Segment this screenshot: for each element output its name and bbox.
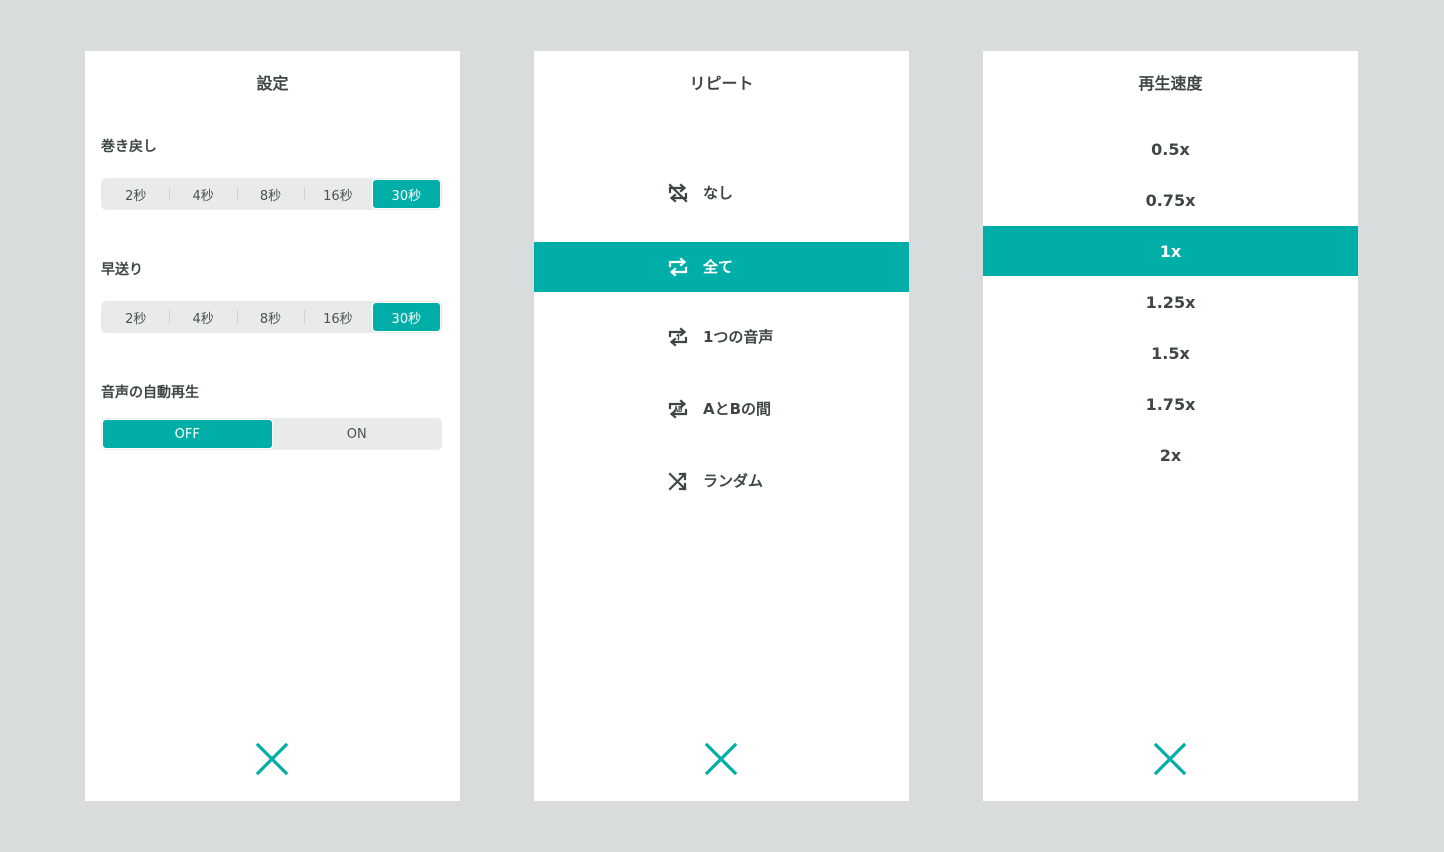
- speed-option-0.75x[interactable]: 0.75x: [983, 175, 1358, 225]
- repeat-option-none[interactable]: なし: [534, 168, 909, 218]
- rewind-option-2s[interactable]: 2秒: [102, 179, 169, 209]
- forward-option-30s[interactable]: 30秒: [371, 302, 442, 332]
- forward-option-16s[interactable]: 16秒: [304, 302, 371, 332]
- forward-option-8s[interactable]: 8秒: [236, 302, 304, 332]
- rewind-option-16s[interactable]: 16秒: [304, 179, 371, 209]
- speed-close-button[interactable]: [1153, 742, 1187, 776]
- repeat-option-label: なし: [703, 184, 734, 202]
- close-icon: [255, 742, 289, 776]
- close-icon: [704, 742, 738, 776]
- repeat-option-label: AとBの間: [703, 400, 772, 418]
- rewind-option-8s[interactable]: 8秒: [236, 179, 304, 209]
- speed-title: 再生速度: [1138, 74, 1203, 93]
- speed-panel: 再生速度 0.5x 0.75x 1x 1.25x 1.5x 1.75x 2x: [983, 51, 1358, 801]
- repeat-option-label: 全て: [703, 258, 734, 276]
- repeat-ab-icon: [667, 398, 689, 420]
- autoplay-label: 音声の自動再生: [101, 385, 199, 401]
- repeat-all-icon: [667, 256, 689, 278]
- repeat-title: リピート: [689, 74, 754, 93]
- autoplay-on-button[interactable]: ON: [273, 419, 442, 449]
- repeat-option-all[interactable]: 全て: [534, 242, 909, 292]
- repeat-option-one[interactable]: 1つの音声: [534, 312, 909, 362]
- repeat-one-icon: [667, 326, 689, 348]
- settings-title: 設定: [256, 74, 289, 93]
- close-icon: [1153, 742, 1187, 776]
- rewind-option-30s[interactable]: 30秒: [371, 179, 442, 209]
- rewind-label: 巻き戻し: [101, 139, 157, 155]
- speed-option-1.5x[interactable]: 1.5x: [983, 328, 1358, 378]
- forward-segmented-control: 2秒 4秒 8秒 16秒 30秒: [101, 301, 442, 333]
- forward-option-4s[interactable]: 4秒: [169, 302, 236, 332]
- repeat-panel: リピート なし 全て 1つの音声 AとBの間 ランダム: [534, 51, 909, 801]
- autoplay-off-button[interactable]: OFF: [102, 419, 273, 449]
- repeat-close-button[interactable]: [704, 742, 738, 776]
- repeat-option-label: ランダム: [703, 472, 764, 490]
- repeat-option-random[interactable]: ランダム: [534, 456, 909, 506]
- speed-option-1x[interactable]: 1x: [983, 226, 1358, 276]
- settings-close-button[interactable]: [255, 742, 289, 776]
- rewind-segmented-control: 2秒 4秒 8秒 16秒 30秒: [101, 178, 442, 210]
- forward-option-2s[interactable]: 2秒: [102, 302, 169, 332]
- repeat-option-ab[interactable]: AとBの間: [534, 384, 909, 434]
- speed-option-2x[interactable]: 2x: [983, 430, 1358, 480]
- speed-option-0.5x[interactable]: 0.5x: [983, 124, 1358, 174]
- repeat-option-label: 1つの音声: [703, 328, 774, 346]
- autoplay-toggle: OFF ON: [101, 418, 442, 450]
- repeat-off-icon: [667, 182, 689, 204]
- speed-option-1.25x[interactable]: 1.25x: [983, 277, 1358, 327]
- settings-panel: 設定 巻き戻し 2秒 4秒 8秒 16秒 30秒 早送り 2秒 4秒 8秒 16…: [85, 51, 460, 801]
- speed-option-1.75x[interactable]: 1.75x: [983, 379, 1358, 429]
- rewind-option-4s[interactable]: 4秒: [169, 179, 236, 209]
- forward-label: 早送り: [101, 262, 143, 278]
- shuffle-icon: [667, 470, 689, 492]
